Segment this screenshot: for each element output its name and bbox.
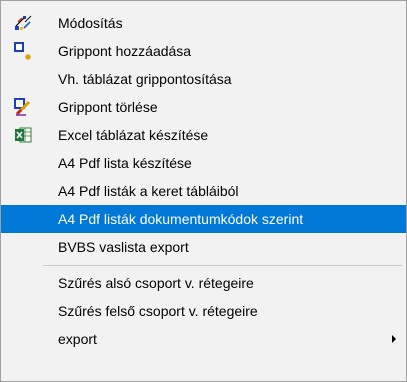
menu-item-label: Vh. táblázat grippontosítása	[58, 71, 232, 87]
pencil-edit-icon	[14, 14, 32, 32]
menu-item-bvbs-vaslista-export[interactable]: BVBS vaslista export	[3, 233, 404, 261]
menu-item-export[interactable]: export	[3, 325, 404, 353]
menu-item-label: Excel táblázat készítése	[58, 127, 209, 143]
context-menu: Módosítás Grippont hozzáadása Vh. tábláz…	[0, 0, 407, 382]
excel-icon	[14, 126, 32, 144]
menu-item-grippont-hozzaadasa[interactable]: Grippont hozzáadása	[3, 37, 404, 65]
menu-item-a4-pdf-listak-dokumentumkodok[interactable]: A4 Pdf listák dokumentumkódok szerint	[1, 205, 406, 233]
menu-item-grippont-torlese[interactable]: Grippont törlése	[3, 93, 404, 121]
menu-item-label: BVBS vaslista export	[58, 239, 189, 255]
menu-item-excel-tablazat-keszitese[interactable]: Excel táblázat készítése	[3, 121, 404, 149]
menu-item-szures-also[interactable]: Szűrés alsó csoport v. rétegeire	[3, 269, 404, 297]
add-grip-point-icon	[14, 42, 32, 60]
menu-item-label: A4 Pdf listák a keret tábláiból	[58, 183, 239, 199]
menu-item-label: Grippont hozzáadása	[58, 43, 192, 59]
menu-item-modositas[interactable]: Módosítás	[3, 9, 404, 37]
menu-item-szures-felso[interactable]: Szűrés felső csoport v. rétegeire	[3, 297, 404, 325]
menu-item-label: Szűrés felső csoport v. rétegeire	[58, 303, 258, 319]
menu-item-label: A4 Pdf listák dokumentumkódok szerint	[58, 211, 304, 227]
menu-item-label: Módosítás	[58, 15, 123, 31]
menu-item-a4-pdf-lista-keszitese[interactable]: A4 Pdf lista készítése	[3, 149, 404, 177]
menu-item-label: Szűrés alsó csoport v. rétegeire	[58, 275, 254, 291]
menu-separator	[43, 265, 402, 266]
menu-item-label: export	[58, 331, 97, 347]
submenu-arrow-icon	[392, 335, 396, 343]
menu-item-vh-tablazat-grippontositasa[interactable]: Vh. táblázat grippontosítása	[3, 65, 404, 93]
menu-item-label: A4 Pdf lista készítése	[58, 155, 192, 171]
menu-item-label: Grippont törlése	[58, 99, 158, 115]
delete-grip-point-icon	[14, 98, 32, 116]
menu-item-a4-pdf-listak-keret[interactable]: A4 Pdf listák a keret tábláiból	[3, 177, 404, 205]
